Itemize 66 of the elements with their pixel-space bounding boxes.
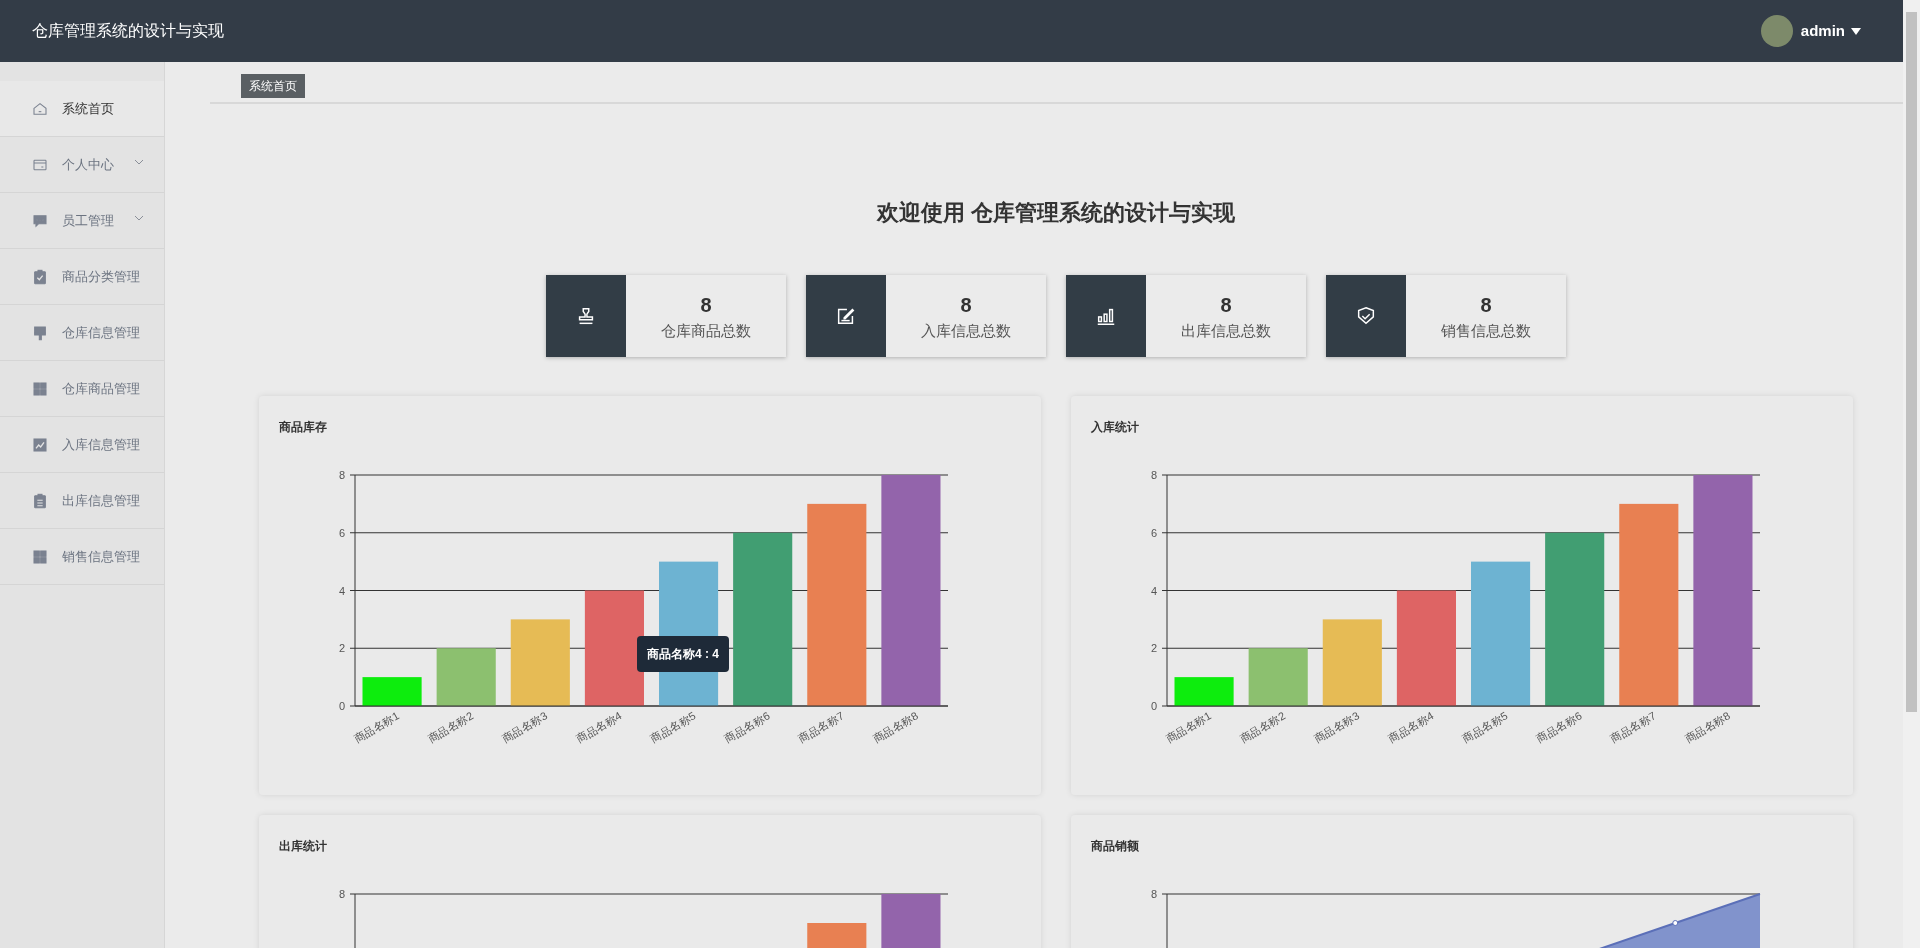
welcome-heading: 欢迎使用 仓库管理系统的设计与实现	[875, 199, 1237, 227]
axis-category-label: 商品名称4	[1386, 709, 1436, 745]
axis-tick-label: 0	[338, 700, 345, 712]
axis-category-label: 商品名称4	[574, 709, 624, 745]
axis-tick-label: 8	[1150, 888, 1157, 900]
speech-bubble-icon	[32, 212, 48, 229]
axis-category-label: 商品名称7	[796, 709, 846, 745]
sidebar-item[interactable]: 个人中心	[0, 137, 164, 193]
axis-category-label: 商品名称2	[425, 709, 476, 745]
axis-tick-label: 0	[1150, 700, 1157, 712]
home-icon	[32, 100, 48, 117]
stat-label: 销售信息总数	[1441, 322, 1531, 338]
sidebar-item[interactable]: 仓库商品管理	[0, 361, 164, 417]
clipboard-list-icon	[32, 492, 48, 509]
chart-title: 商品库存	[279, 419, 328, 436]
grid-icon	[32, 548, 48, 565]
axis-category-label: 商品名称1	[1163, 709, 1214, 745]
stat-value: 8	[700, 294, 712, 315]
sidebar-item[interactable]: 商品分类管理	[0, 249, 164, 305]
axis-tick-label: 8	[1150, 469, 1157, 481]
shield-check-icon	[1355, 305, 1377, 327]
user-menu[interactable]: admin	[1800, 19, 1861, 43]
chart-title: 入库统计	[1091, 419, 1140, 436]
line-chart-icon	[32, 436, 48, 453]
axis-category-label: 商品名称7	[1608, 709, 1658, 745]
sidebar-item[interactable]: 销售信息管理	[0, 529, 164, 585]
axis-tick-label: 6	[338, 526, 345, 539]
sidebar-item[interactable]: 员工管理	[0, 193, 164, 249]
axis-category-label: 商品名称3	[499, 709, 550, 745]
scrollbar[interactable]	[1903, 0, 1920, 948]
breadcrumb-tag[interactable]: 系统首页	[241, 74, 305, 98]
axis-category-label: 商品名称8	[1682, 709, 1732, 745]
caret-icon	[1851, 27, 1861, 35]
app-title: 仓库管理系统的设计与实现	[32, 21, 224, 41]
axis-tick-label: 2	[338, 642, 345, 655]
axis-tick-label: 6	[1150, 526, 1157, 539]
axis-category-label: 商品名称1	[351, 709, 402, 745]
stat-value: 8	[1220, 294, 1232, 315]
axis-tick-label: 2	[1150, 642, 1157, 655]
stat-label: 出库信息总数	[1181, 322, 1271, 338]
grid-icon	[32, 380, 48, 397]
avatar[interactable]	[1760, 15, 1793, 47]
sidebar-item[interactable]: 出库信息管理	[0, 473, 164, 529]
axis-category-label: 商品名称5	[1460, 709, 1510, 745]
clipboard-check-icon	[32, 268, 48, 285]
chart-title: 商品销额	[1091, 838, 1140, 855]
stat-value: 8	[960, 294, 972, 315]
stat-value: 8	[1480, 294, 1492, 315]
chart-tooltip: 商品名称4 : 4	[637, 636, 729, 672]
stat-label: 入库信息总数	[921, 322, 1011, 338]
stat-label: 仓库商品总数	[661, 322, 751, 338]
axis-tick-label: 8	[338, 888, 345, 900]
sidebar-item[interactable]: 入库信息管理	[0, 417, 164, 473]
axis-tick-label: 8	[338, 469, 345, 481]
chart-title: 出库统计	[279, 838, 328, 855]
axis-tick-label: 4	[338, 584, 345, 597]
axis-category-label: 商品名称2	[1237, 709, 1288, 745]
axis-category-label: 商品名称5	[648, 709, 698, 745]
sidebar-item[interactable]: 系统首页	[0, 81, 164, 137]
axis-category-label: 商品名称6	[1534, 709, 1584, 745]
axis-tick-label: 4	[1150, 584, 1157, 597]
brush-icon	[32, 324, 48, 341]
axis-category-label: 商品名称6	[722, 709, 772, 745]
axis-category-label: 商品名称8	[870, 709, 920, 745]
sidebar-item[interactable]: 仓库信息管理	[0, 305, 164, 361]
axis-category-label: 商品名称3	[1311, 709, 1362, 745]
